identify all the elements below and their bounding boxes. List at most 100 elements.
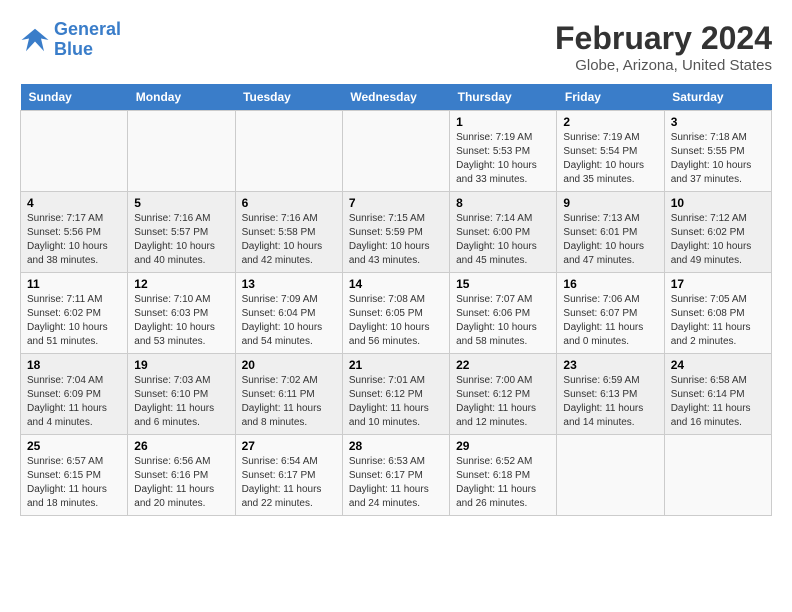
day-info: Sunrise: 6:57 AM Sunset: 6:15 PM Dayligh… bbox=[27, 455, 121, 511]
day-info: Sunrise: 7:12 AM Sunset: 6:02 PM Dayligh… bbox=[671, 212, 765, 268]
title-area: February 2024 Globe, Arizona, United Sta… bbox=[555, 20, 772, 74]
day-number: 15 bbox=[456, 277, 550, 291]
day-info: Sunrise: 7:16 AM Sunset: 5:58 PM Dayligh… bbox=[242, 212, 336, 268]
day-info: Sunrise: 6:56 AM Sunset: 6:16 PM Dayligh… bbox=[134, 455, 228, 511]
calendar-cell: 25 Sunrise: 6:57 AM Sunset: 6:15 PM Dayli… bbox=[21, 435, 128, 516]
day-info: Sunrise: 7:05 AM Sunset: 6:08 PM Dayligh… bbox=[671, 293, 765, 349]
day-info: Sunrise: 7:00 AM Sunset: 6:12 PM Dayligh… bbox=[456, 374, 550, 430]
day-info: Sunrise: 6:59 AM Sunset: 6:13 PM Dayligh… bbox=[563, 374, 657, 430]
calendar-cell: 11 Sunrise: 7:11 AM Sunset: 6:02 PM Dayli… bbox=[21, 273, 128, 354]
logo: General Blue bbox=[20, 20, 121, 60]
day-info: Sunrise: 7:06 AM Sunset: 6:07 PM Dayligh… bbox=[563, 293, 657, 349]
day-number: 1 bbox=[456, 115, 550, 129]
logo-icon bbox=[20, 25, 50, 55]
day-number: 11 bbox=[27, 277, 121, 291]
calendar-cell: 5 Sunrise: 7:16 AM Sunset: 5:57 PM Daylig… bbox=[128, 192, 235, 273]
calendar-week-row: 25 Sunrise: 6:57 AM Sunset: 6:15 PM Dayli… bbox=[21, 435, 772, 516]
weekday-header: Tuesday bbox=[235, 84, 342, 111]
calendar-cell: 28 Sunrise: 6:53 AM Sunset: 6:17 PM Dayli… bbox=[342, 435, 449, 516]
day-number: 21 bbox=[349, 358, 443, 372]
calendar-cell bbox=[21, 111, 128, 192]
day-info: Sunrise: 7:10 AM Sunset: 6:03 PM Dayligh… bbox=[134, 293, 228, 349]
calendar-cell: 10 Sunrise: 7:12 AM Sunset: 6:02 PM Dayli… bbox=[664, 192, 771, 273]
page-title: February 2024 bbox=[555, 20, 772, 57]
day-number: 2 bbox=[563, 115, 657, 129]
header: General Blue February 2024 Globe, Arizon… bbox=[20, 20, 772, 74]
day-info: Sunrise: 7:13 AM Sunset: 6:01 PM Dayligh… bbox=[563, 212, 657, 268]
weekday-header: Wednesday bbox=[342, 84, 449, 111]
day-info: Sunrise: 6:58 AM Sunset: 6:14 PM Dayligh… bbox=[671, 374, 765, 430]
day-info: Sunrise: 7:01 AM Sunset: 6:12 PM Dayligh… bbox=[349, 374, 443, 430]
day-info: Sunrise: 7:18 AM Sunset: 5:55 PM Dayligh… bbox=[671, 131, 765, 187]
day-number: 4 bbox=[27, 196, 121, 210]
day-info: Sunrise: 6:53 AM Sunset: 6:17 PM Dayligh… bbox=[349, 455, 443, 511]
day-info: Sunrise: 7:08 AM Sunset: 6:05 PM Dayligh… bbox=[349, 293, 443, 349]
calendar-week-row: 18 Sunrise: 7:04 AM Sunset: 6:09 PM Dayli… bbox=[21, 354, 772, 435]
day-info: Sunrise: 7:04 AM Sunset: 6:09 PM Dayligh… bbox=[27, 374, 121, 430]
calendar-cell: 3 Sunrise: 7:18 AM Sunset: 5:55 PM Daylig… bbox=[664, 111, 771, 192]
day-info: Sunrise: 7:19 AM Sunset: 5:54 PM Dayligh… bbox=[563, 131, 657, 187]
day-number: 3 bbox=[671, 115, 765, 129]
calendar-cell: 16 Sunrise: 7:06 AM Sunset: 6:07 PM Dayli… bbox=[557, 273, 664, 354]
calendar-cell: 6 Sunrise: 7:16 AM Sunset: 5:58 PM Daylig… bbox=[235, 192, 342, 273]
calendar-cell: 26 Sunrise: 6:56 AM Sunset: 6:16 PM Dayli… bbox=[128, 435, 235, 516]
day-number: 9 bbox=[563, 196, 657, 210]
day-number: 20 bbox=[242, 358, 336, 372]
day-info: Sunrise: 7:02 AM Sunset: 6:11 PM Dayligh… bbox=[242, 374, 336, 430]
calendar-cell: 29Sunrise: 6:52 AM Sunset: 6:18 PM Dayli… bbox=[450, 435, 557, 516]
calendar-cell bbox=[557, 435, 664, 516]
day-number: 27 bbox=[242, 439, 336, 453]
day-number: 26 bbox=[134, 439, 228, 453]
day-number: 25 bbox=[27, 439, 121, 453]
calendar-cell: 15 Sunrise: 7:07 AM Sunset: 6:06 PM Dayli… bbox=[450, 273, 557, 354]
weekday-header: Saturday bbox=[664, 84, 771, 111]
day-info: Sunrise: 7:15 AM Sunset: 5:59 PM Dayligh… bbox=[349, 212, 443, 268]
calendar-body: 1 Sunrise: 7:19 AM Sunset: 5:53 PM Daylig… bbox=[21, 111, 772, 516]
weekday-header: Thursday bbox=[450, 84, 557, 111]
calendar-cell bbox=[342, 111, 449, 192]
day-info: Sunrise: 7:07 AM Sunset: 6:06 PM Dayligh… bbox=[456, 293, 550, 349]
calendar-cell bbox=[128, 111, 235, 192]
logo-text: General Blue bbox=[54, 20, 121, 60]
page-subtitle: Globe, Arizona, United States bbox=[555, 57, 772, 74]
day-number: 17 bbox=[671, 277, 765, 291]
calendar-cell: 17 Sunrise: 7:05 AM Sunset: 6:08 PM Dayli… bbox=[664, 273, 771, 354]
calendar-cell: 8Sunrise: 7:14 AM Sunset: 6:00 PM Daylig… bbox=[450, 192, 557, 273]
calendar-table: SundayMondayTuesdayWednesdayThursdayFrid… bbox=[20, 84, 772, 516]
day-number: 6 bbox=[242, 196, 336, 210]
calendar-cell bbox=[664, 435, 771, 516]
day-info: Sunrise: 7:17 AM Sunset: 5:56 PM Dayligh… bbox=[27, 212, 121, 268]
day-number: 28 bbox=[349, 439, 443, 453]
calendar-cell: 21 Sunrise: 7:01 AM Sunset: 6:12 PM Dayli… bbox=[342, 354, 449, 435]
day-info: Sunrise: 6:52 AM Sunset: 6:18 PM Dayligh… bbox=[456, 455, 550, 511]
day-number: 13 bbox=[242, 277, 336, 291]
day-info: Sunrise: 6:54 AM Sunset: 6:17 PM Dayligh… bbox=[242, 455, 336, 511]
day-info: Sunrise: 7:14 AM Sunset: 6:00 PM Dayligh… bbox=[456, 212, 550, 268]
calendar-cell: 9 Sunrise: 7:13 AM Sunset: 6:01 PM Daylig… bbox=[557, 192, 664, 273]
weekday-header: Sunday bbox=[21, 84, 128, 111]
day-info: Sunrise: 7:16 AM Sunset: 5:57 PM Dayligh… bbox=[134, 212, 228, 268]
calendar-cell: 22 Sunrise: 7:00 AM Sunset: 6:12 PM Dayli… bbox=[450, 354, 557, 435]
calendar-week-row: 4 Sunrise: 7:17 AM Sunset: 5:56 PM Daylig… bbox=[21, 192, 772, 273]
calendar-cell bbox=[235, 111, 342, 192]
calendar-cell: 23Sunrise: 6:59 AM Sunset: 6:13 PM Dayli… bbox=[557, 354, 664, 435]
calendar-cell: 27 Sunrise: 6:54 AM Sunset: 6:17 PM Dayli… bbox=[235, 435, 342, 516]
calendar-cell: 2 Sunrise: 7:19 AM Sunset: 5:54 PM Daylig… bbox=[557, 111, 664, 192]
day-info: Sunrise: 7:19 AM Sunset: 5:53 PM Dayligh… bbox=[456, 131, 550, 187]
day-info: Sunrise: 7:03 AM Sunset: 6:10 PM Dayligh… bbox=[134, 374, 228, 430]
calendar-header: SundayMondayTuesdayWednesdayThursdayFrid… bbox=[21, 84, 772, 111]
day-number: 16 bbox=[563, 277, 657, 291]
day-number: 7 bbox=[349, 196, 443, 210]
day-number: 18 bbox=[27, 358, 121, 372]
calendar-cell: 20 Sunrise: 7:02 AM Sunset: 6:11 PM Dayli… bbox=[235, 354, 342, 435]
day-info: Sunrise: 7:09 AM Sunset: 6:04 PM Dayligh… bbox=[242, 293, 336, 349]
day-number: 5 bbox=[134, 196, 228, 210]
day-number: 22 bbox=[456, 358, 550, 372]
calendar-cell: 1 Sunrise: 7:19 AM Sunset: 5:53 PM Daylig… bbox=[450, 111, 557, 192]
weekday-header: Friday bbox=[557, 84, 664, 111]
day-info: Sunrise: 7:11 AM Sunset: 6:02 PM Dayligh… bbox=[27, 293, 121, 349]
calendar-week-row: 1 Sunrise: 7:19 AM Sunset: 5:53 PM Daylig… bbox=[21, 111, 772, 192]
calendar-week-row: 11 Sunrise: 7:11 AM Sunset: 6:02 PM Dayli… bbox=[21, 273, 772, 354]
calendar-cell: 14Sunrise: 7:08 AM Sunset: 6:05 PM Dayli… bbox=[342, 273, 449, 354]
day-number: 10 bbox=[671, 196, 765, 210]
